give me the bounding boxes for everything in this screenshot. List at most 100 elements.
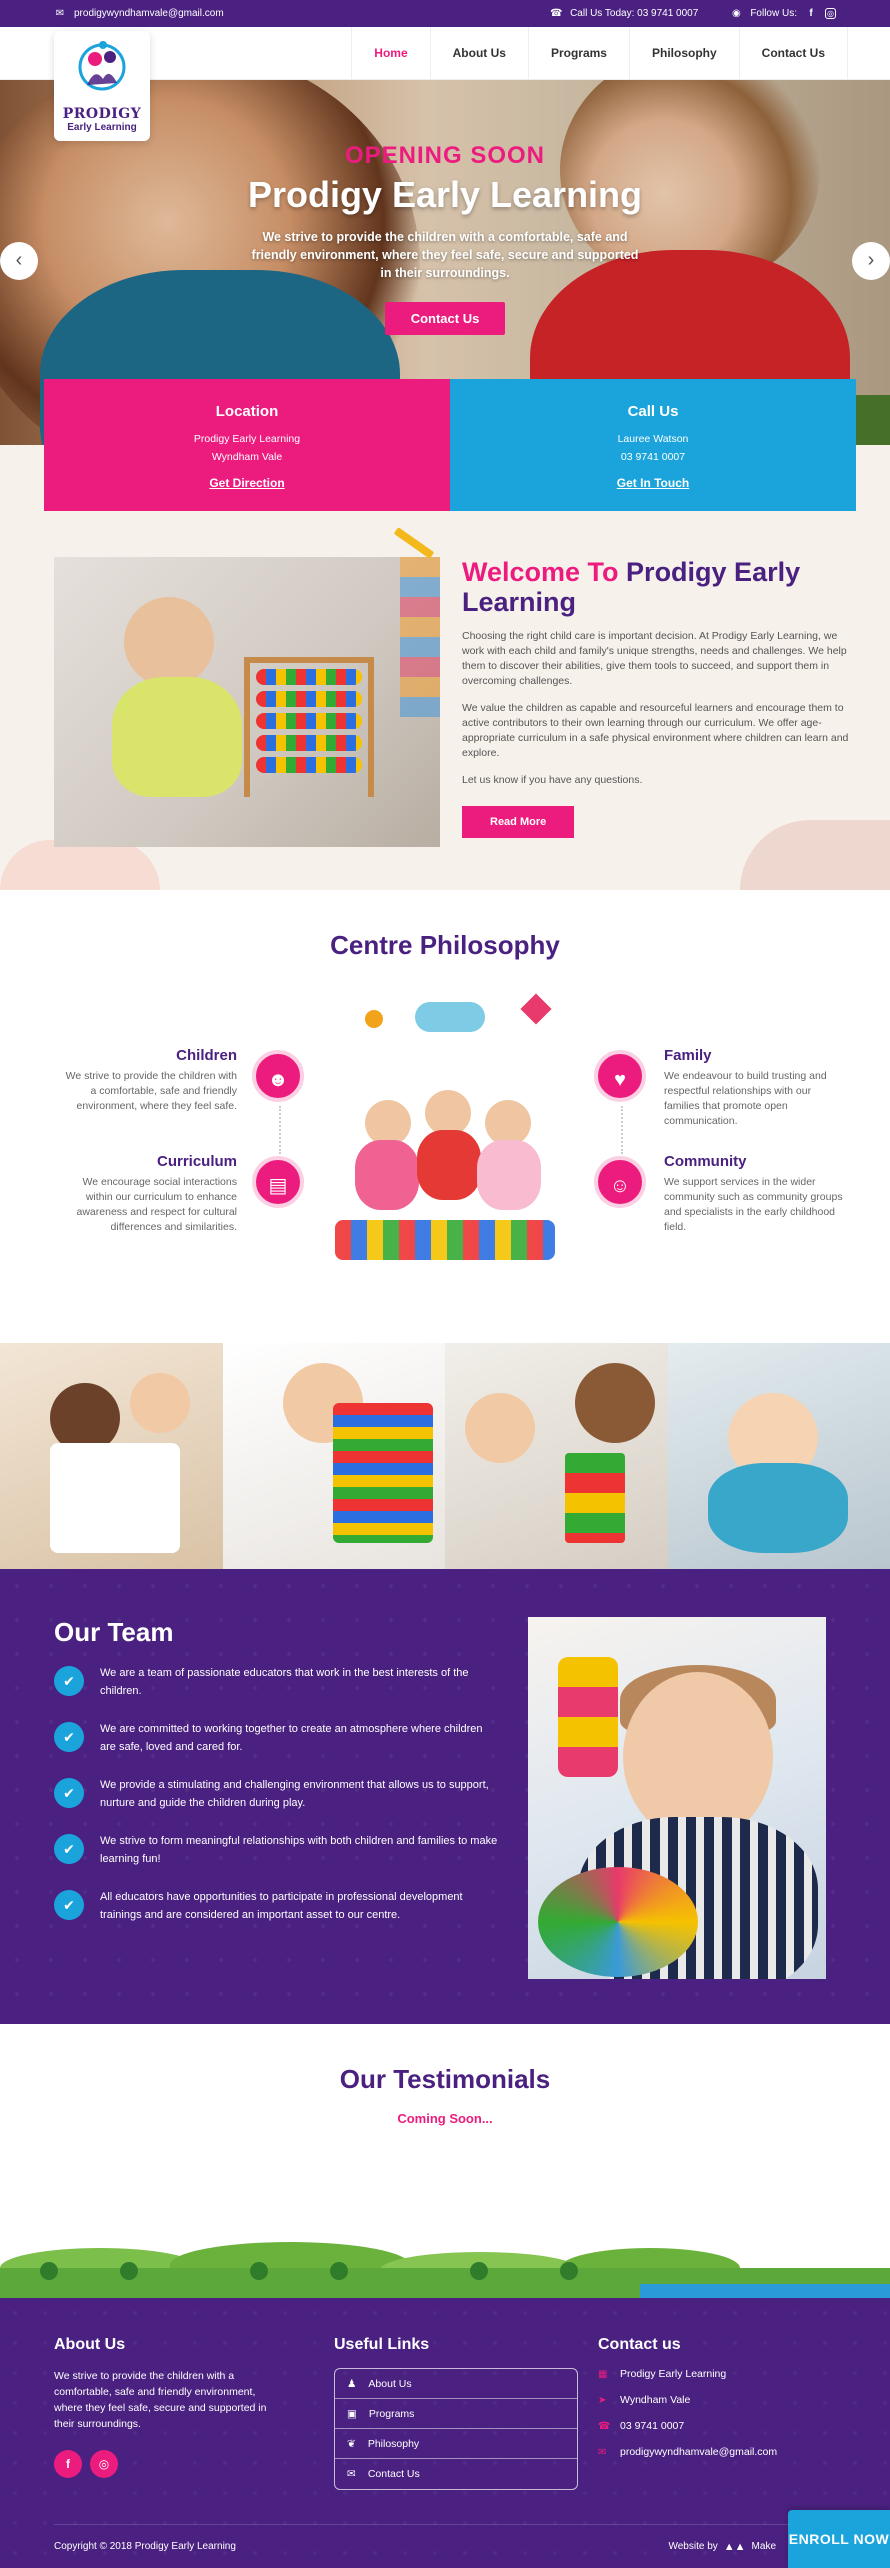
call-card-line1: Lauree Watson: [450, 430, 856, 448]
family-icon: ♥: [594, 1050, 646, 1102]
user-icon: ♟: [347, 2378, 356, 2390]
footer-contact-phone-text: 03 9741 0007: [620, 2420, 684, 2432]
welcome-block: Welcome To Prodigy Early Learning Choosi…: [54, 557, 854, 847]
team-list-item: ✔ All educators have opportunities to par…: [54, 1888, 500, 1924]
community-title: Community: [664, 1154, 844, 1169]
hero-title: Prodigy Early Learning: [0, 174, 890, 216]
footer-contact-name-text: Prodigy Early Learning: [620, 2368, 726, 2380]
topbar-call-link[interactable]: Call Us Today: 03 9741 0007: [570, 8, 698, 19]
photo-boy-abacus: [223, 1343, 446, 1569]
topbar-email-link[interactable]: prodigywyndhamvale@gmail.com: [74, 8, 224, 19]
facebook-icon[interactable]: f: [805, 8, 817, 20]
location-card: Location Prodigy Early Learning Wyndham …: [44, 379, 450, 511]
photo-strip: [0, 1343, 890, 1569]
photo1-painting: [50, 1443, 180, 1553]
check-icon: ✔: [54, 1666, 84, 1696]
child-clothes-2: [417, 1130, 481, 1200]
testimonials-title: Our Testimonials: [0, 2064, 890, 2095]
check-icon: ✔: [54, 1834, 84, 1864]
footer-facebook-icon[interactable]: f: [54, 2450, 82, 2478]
team-list-item: ✔ We provide a stimulating and challengin…: [54, 1776, 500, 1812]
slider-next-arrow-icon[interactable]: ›: [852, 242, 890, 280]
phone-icon: ☎: [598, 2421, 610, 2432]
children-text: We strive to provide the children with a…: [57, 1069, 237, 1114]
call-us-card: Call Us Lauree Watson 03 9741 0007 Get I…: [450, 379, 856, 511]
team-list-item: ✔ We are a team of passionate educators t…: [54, 1664, 500, 1700]
photo4-shirt: [708, 1463, 848, 1553]
philosophy-kids-illustration: [325, 990, 565, 1290]
website-by-label: Website by: [668, 2541, 717, 2552]
team-item-text: We provide a stimulating and challenging…: [100, 1776, 500, 1812]
footer-link-about-us[interactable]: ♟About Us: [335, 2369, 577, 2399]
family-text: We endeavour to build trusting and respe…: [664, 1069, 844, 1129]
team-item-text: All educators have opportunities to part…: [100, 1888, 500, 1924]
briefcase-icon: ▣: [347, 2408, 357, 2420]
footer-link-philosophy[interactable]: ❦Philosophy: [335, 2429, 577, 2459]
get-in-touch-link[interactable]: Get In Touch: [617, 476, 689, 490]
philosophy-curriculum: Curriculum We encourage social interacti…: [57, 1154, 237, 1235]
footer-link-programs[interactable]: ▣Programs: [335, 2399, 577, 2429]
team-photo-baby: [528, 1617, 826, 1979]
maker-label[interactable]: Make: [752, 2541, 776, 2552]
nav-about-us[interactable]: About Us: [430, 27, 528, 79]
footer-links-title: Useful Links: [334, 2336, 578, 2354]
footer-link-contact-us[interactable]: ✉Contact Us: [335, 2459, 577, 2489]
philosophy-section: Centre Philosophy Children We strive to …: [0, 890, 890, 1343]
slider-prev-arrow-icon[interactable]: ‹: [0, 242, 38, 280]
nav-contact-us[interactable]: Contact Us: [739, 27, 848, 79]
check-icon: ✔: [54, 1778, 84, 1808]
envelope-icon: ✉: [598, 2447, 610, 2458]
welcome-paragraph-1: Choosing the right child care is importa…: [462, 629, 854, 689]
welcome-title: Welcome To Prodigy Early Learning: [462, 557, 854, 617]
main-navigation: PRODIGY Early Learning Home About Us Pro…: [0, 27, 890, 80]
hero-text: We strive to provide the children with a…: [245, 228, 645, 282]
team-photo-toy: [538, 1867, 698, 1977]
maker-logo-icon[interactable]: ▲▲: [724, 2541, 746, 2553]
team-list: ✔ We are a team of passionate educators t…: [54, 1664, 500, 1944]
footer-link-label: Philosophy: [368, 2438, 419, 2450]
read-more-button[interactable]: Read More: [462, 806, 574, 838]
hero-content: OPENING SOON Prodigy Early Learning We s…: [0, 142, 890, 335]
footer-contact-location-text: Wyndham Vale: [620, 2394, 690, 2406]
envelope-icon: ✉: [54, 8, 66, 20]
footer-contact-email-text: prodigywyndhamvale@gmail.com: [620, 2446, 777, 2458]
get-direction-link[interactable]: Get Direction: [209, 476, 284, 490]
call-card-line2: 03 9741 0007: [450, 448, 856, 466]
footer-instagram-icon[interactable]: ◎: [90, 2450, 118, 2478]
check-icon: ✔: [54, 1890, 84, 1920]
team-list-item: ✔We are committed to working together to…: [54, 1720, 500, 1756]
team-item-text: We are a team of passionate educators th…: [100, 1664, 500, 1700]
footer-contact-location: ➤ Wyndham Vale: [598, 2394, 777, 2406]
info-cards: Location Prodigy Early Learning Wyndham …: [44, 379, 856, 511]
footer-contact-phone[interactable]: ☎ 03 9741 0007: [598, 2420, 777, 2432]
family-title: Family: [664, 1048, 844, 1063]
community-text: We support services in the wider communi…: [664, 1175, 844, 1235]
team-list-item: ✔We strive to form meaningful relationsh…: [54, 1832, 500, 1868]
tree: [330, 2262, 348, 2280]
landscape-illustration: [0, 2240, 890, 2298]
call-card-title: Call Us: [450, 403, 856, 420]
photo-kids-painting: [0, 1343, 223, 1569]
photo-blocks-teacher: [445, 1343, 668, 1569]
nav-programs[interactable]: Programs: [528, 27, 629, 79]
child-clothes-1: [355, 1140, 419, 1210]
team-item-text: We are committed to working together to …: [100, 1720, 500, 1756]
photo-baby-head: [124, 597, 214, 687]
instagram-icon[interactable]: ◎: [825, 8, 836, 19]
curriculum-title: Curriculum: [57, 1154, 237, 1169]
envelope-icon: ✉: [347, 2468, 356, 2480]
location-pin-icon: ➤: [598, 2395, 610, 2406]
footer-bottom-bar: Copyright © 2018 Prodigy Early Learning …: [54, 2524, 836, 2568]
welcome-paragraph-3: Let us know if you have any questions.: [462, 773, 854, 788]
enroll-now-button[interactable]: ENROLL NOW: [788, 2510, 890, 2568]
nav-philosophy[interactable]: Philosophy: [629, 27, 739, 79]
hero-contact-button[interactable]: Contact Us: [385, 302, 506, 335]
nav-home[interactable]: Home: [351, 27, 429, 79]
photo3-child: [465, 1393, 535, 1463]
site-logo[interactable]: PRODIGY Early Learning: [54, 31, 150, 141]
team-title: Our Team: [54, 1617, 173, 1648]
footer-contact-email[interactable]: ✉ prodigywyndhamvale@gmail.com: [598, 2446, 777, 2458]
children-title: Children: [57, 1048, 237, 1063]
tree: [470, 2262, 488, 2280]
photo3-teacher: [575, 1363, 655, 1443]
